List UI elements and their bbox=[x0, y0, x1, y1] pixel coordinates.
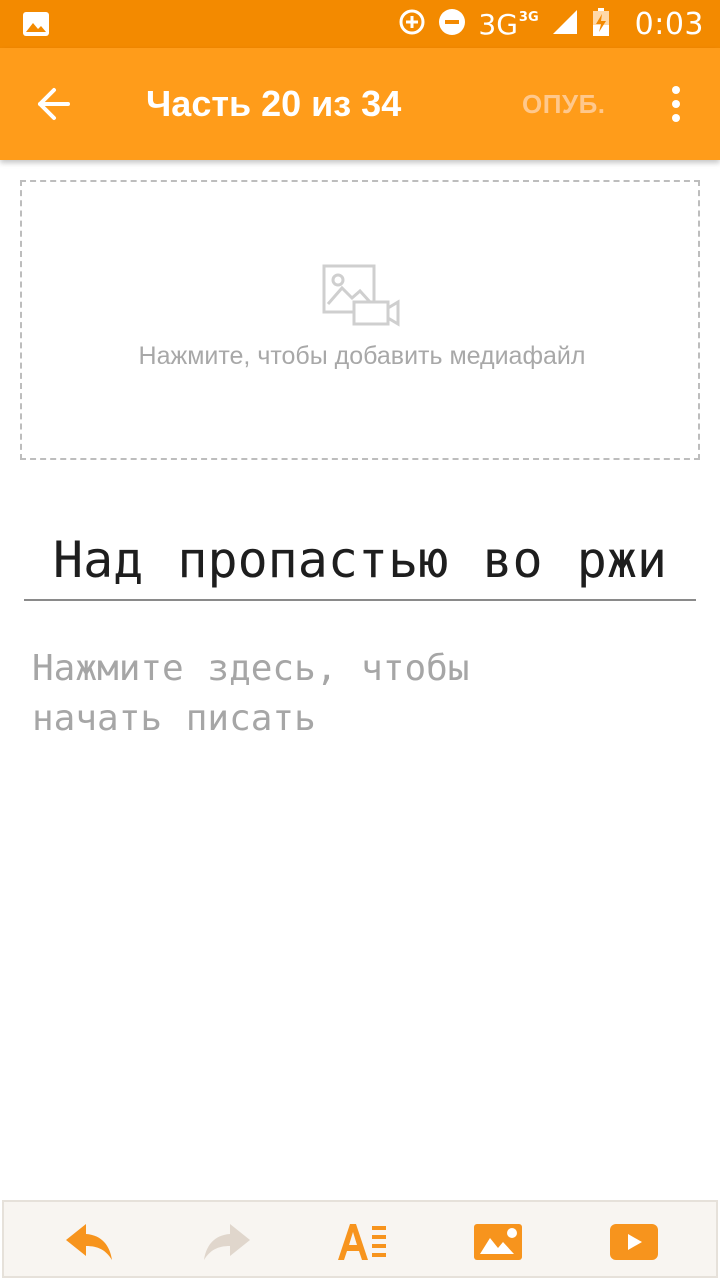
status-bar: 3G 3G 0:03 bbox=[0, 0, 720, 48]
insert-video-button[interactable] bbox=[608, 1220, 660, 1264]
video-icon bbox=[610, 1224, 658, 1260]
signal-icon bbox=[551, 8, 579, 40]
gallery-notification-icon bbox=[22, 11, 50, 41]
publish-button[interactable]: ОПУБ. bbox=[522, 88, 606, 120]
editor-toolbar bbox=[2, 1200, 718, 1278]
overflow-menu-button[interactable] bbox=[664, 84, 688, 124]
back-button[interactable] bbox=[30, 80, 78, 128]
insert-image-button[interactable] bbox=[472, 1220, 524, 1264]
clock: 0:03 bbox=[634, 6, 704, 42]
part-title-value: Над пропастью во ржи bbox=[52, 531, 668, 589]
arrow-back-icon bbox=[38, 88, 70, 120]
add-media-area[interactable]: Нажмите, чтобы добавить медиафайл bbox=[20, 180, 700, 460]
data-saver-icon bbox=[398, 8, 426, 40]
do-not-disturb-icon bbox=[438, 8, 466, 40]
story-body-input[interactable]: Нажмите здесь, чтобы начать писать bbox=[32, 644, 692, 744]
redo-button[interactable] bbox=[200, 1220, 252, 1264]
app-toolbar: Часть 20 из 34 ОПУБ. bbox=[0, 48, 720, 160]
text-format-button[interactable] bbox=[336, 1220, 388, 1264]
undo-icon bbox=[66, 1224, 112, 1260]
redo-icon bbox=[204, 1224, 250, 1260]
media-placeholder-icon bbox=[322, 264, 402, 332]
image-icon bbox=[474, 1224, 522, 1260]
part-title-input[interactable]: Над пропастью во ржи bbox=[24, 520, 696, 601]
undo-button[interactable] bbox=[64, 1220, 116, 1264]
text-format-icon bbox=[338, 1224, 386, 1260]
network-type: 3G 3G bbox=[478, 7, 539, 41]
body-placeholder: Нажмите здесь, чтобы начать писать bbox=[32, 648, 470, 739]
add-media-label: Нажмите, чтобы добавить медиафайл bbox=[138, 342, 586, 370]
more-vert-icon bbox=[672, 86, 680, 122]
part-title: Часть 20 из 34 bbox=[146, 83, 402, 124]
battery-charging-icon bbox=[591, 7, 611, 41]
